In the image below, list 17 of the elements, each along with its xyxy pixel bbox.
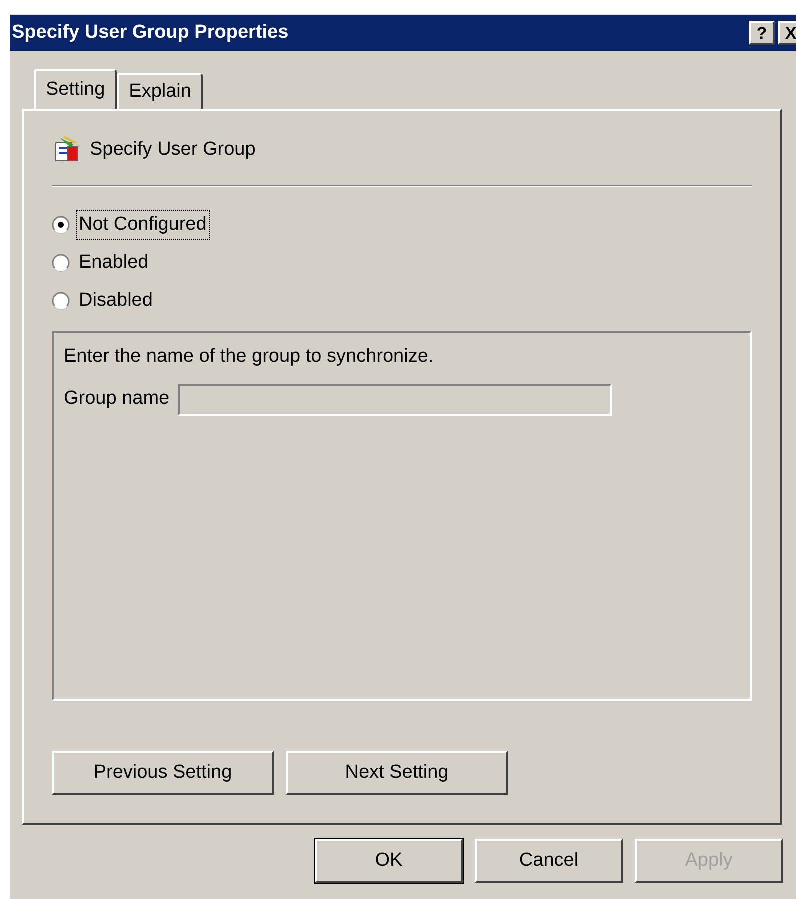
title-bar-button[interactable]: ? xyxy=(749,21,775,45)
panel-description: Enter the name of the group to synchronize. xyxy=(64,345,435,369)
radio-label[interactable]: Not Configured xyxy=(76,210,210,240)
tab[interactable]: Setting xyxy=(34,69,118,109)
nav-button[interactable]: Previous Setting xyxy=(52,751,274,795)
radio-label[interactable]: Disabled xyxy=(76,286,156,316)
tab[interactable]: Explain xyxy=(117,73,204,109)
radio-button[interactable] xyxy=(52,216,70,234)
field-label: Group name xyxy=(64,387,170,412)
setting-name: Specify User Group xyxy=(90,138,256,162)
radio-button[interactable] xyxy=(52,292,70,310)
dialog-button[interactable]: Cancel xyxy=(475,839,623,883)
radio-label[interactable]: Enabled xyxy=(76,248,152,278)
radio-button[interactable] xyxy=(52,254,70,272)
nav-button[interactable]: Next Setting xyxy=(286,751,508,795)
window-title: Specify User Group Properties xyxy=(12,20,289,45)
dialog-button[interactable]: OK xyxy=(315,839,463,883)
